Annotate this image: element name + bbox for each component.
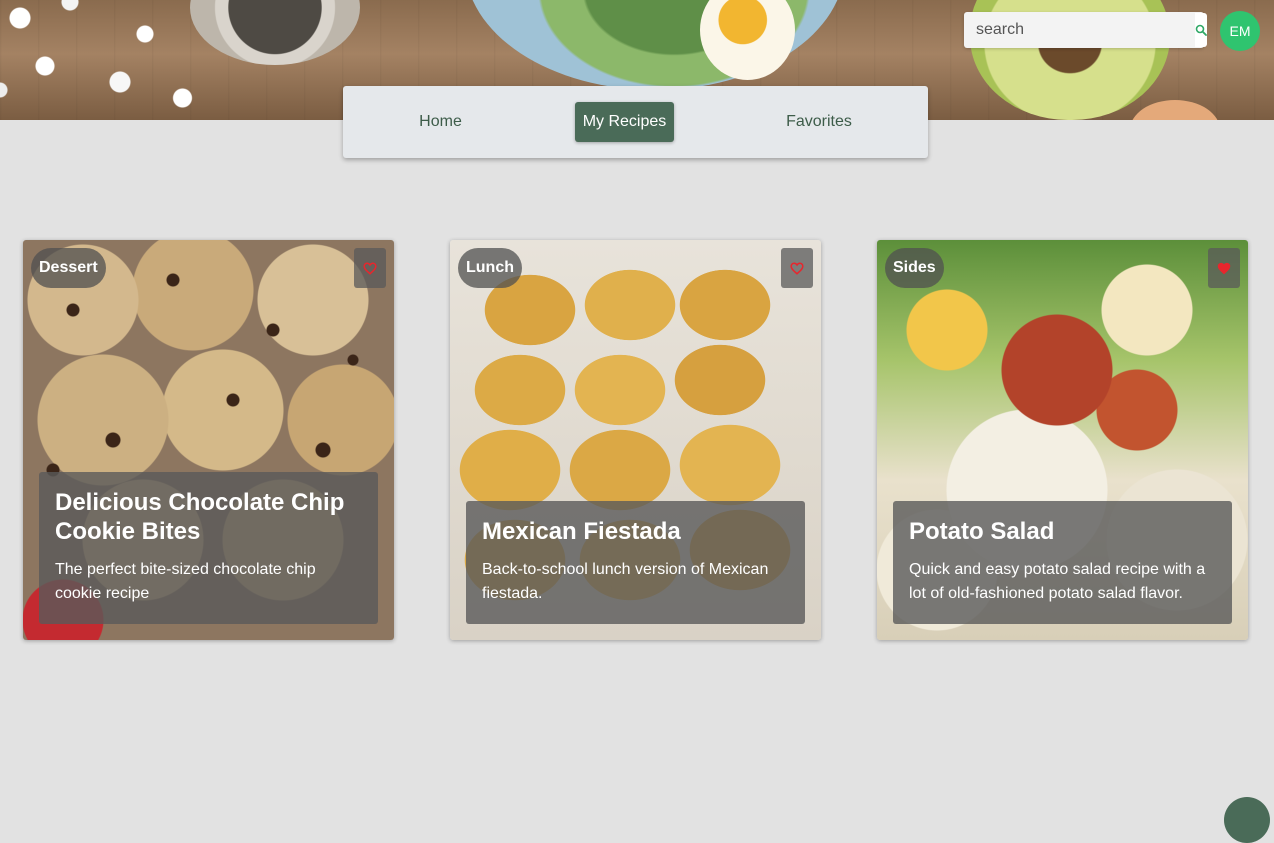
recipe-card[interactable]: Lunch Mexican Fiestada Back-to-school lu… [450,240,821,640]
avatar[interactable]: EM [1220,11,1260,51]
recipe-description: The perfect bite-sized chocolate chip co… [55,561,316,602]
recipe-title[interactable]: Potato Salad [909,517,1216,546]
flowers-decoration [0,0,220,120]
category-badge: Dessert [31,248,106,288]
recipe-info-panel: Delicious Chocolate Chip Cookie Bites Th… [39,472,378,624]
recipe-description: Quick and easy potato salad recipe with … [909,561,1206,602]
category-badge: Sides [885,248,944,288]
search-icon [1195,24,1207,36]
floating-action-button[interactable] [1224,797,1270,843]
egg-decoration [1130,100,1220,120]
favorite-button[interactable] [354,248,386,288]
nav-home[interactable]: Home [403,102,478,142]
main-nav: Home My Recipes Favorites [343,86,928,158]
heart-outline-icon [363,261,377,275]
recipe-info-panel: Mexican Fiestada Back-to-school lunch ve… [466,501,805,624]
nav-my-recipes[interactable]: My Recipes [575,102,674,142]
recipe-card[interactable]: Sides Potato Salad Quick and easy potato… [877,240,1248,640]
category-badge: Lunch [458,248,522,288]
favorite-button[interactable] [1208,248,1240,288]
search-input[interactable] [964,12,1195,48]
recipe-info-panel: Potato Salad Quick and easy potato salad… [893,501,1232,624]
search-button[interactable] [1195,13,1207,47]
recipe-description: Back-to-school lunch version of Mexican … [482,561,769,602]
recipe-card[interactable]: Dessert Delicious Chocolate Chip Cookie … [23,240,394,640]
recipe-title[interactable]: Mexican Fiestada [482,517,789,546]
favorite-button[interactable] [781,248,813,288]
search-bar [964,12,1207,48]
heart-filled-icon [1217,262,1231,274]
nav-favorites[interactable]: Favorites [773,102,865,142]
recipe-title[interactable]: Delicious Chocolate Chip Cookie Bites [55,488,362,546]
heart-outline-icon [790,261,804,275]
